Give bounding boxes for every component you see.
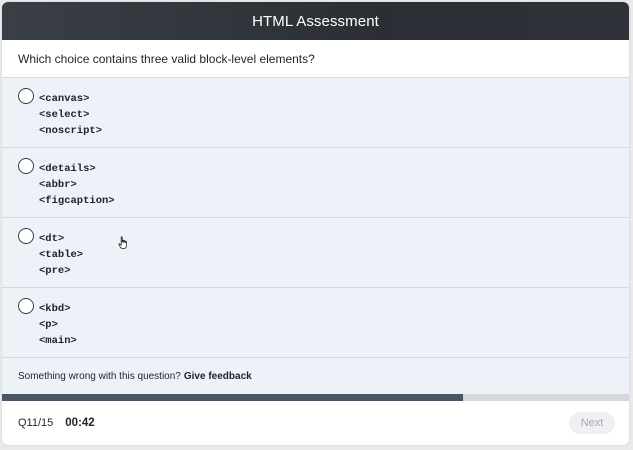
answer-option-1[interactable]: <canvas> <select> <noscript> — [2, 78, 629, 148]
answer-option-4[interactable]: <kbd> <p> <main> — [2, 288, 629, 358]
answer-option-text: <canvas> <select> <noscript> — [39, 91, 102, 147]
option-line: <figcaption> — [39, 195, 115, 207]
answer-option-2[interactable]: <details> <abbr> <figcaption> — [2, 148, 629, 218]
option-line: <details> — [39, 163, 96, 175]
footer-bar: Q11/15 00:42 Next — [2, 401, 629, 445]
question-counter: Q11/15 — [18, 417, 54, 429]
hand-cursor-icon — [118, 236, 127, 249]
page-title: HTML Assessment — [252, 12, 379, 30]
progress-bar-fill — [2, 394, 463, 401]
option-line: <table> — [39, 249, 84, 261]
option-line: <noscript> — [39, 125, 103, 137]
assessment-card: HTML Assessment Which choice contains th… — [2, 2, 629, 445]
option-line: <dt> — [39, 233, 65, 245]
option-line: <pre> — [39, 265, 71, 277]
answer-option-3[interactable]: <dt> <table> <pre> — [2, 218, 629, 288]
header-bar: HTML Assessment — [2, 2, 629, 40]
timer: 00:42 — [65, 417, 95, 429]
option-line: <kbd> — [39, 303, 71, 315]
next-button[interactable]: Next — [569, 412, 615, 434]
radio-button-4[interactable] — [18, 298, 34, 314]
question-text: Which choice contains three valid block-… — [18, 51, 315, 66]
answer-option-text: <kbd> <p> <main> — [39, 301, 77, 357]
feedback-row: Something wrong with this question? Give… — [2, 358, 629, 394]
answer-option-text: <details> <abbr> <figcaption> — [39, 161, 115, 217]
radio-button-2[interactable] — [18, 158, 34, 174]
question-row: Which choice contains three valid block-… — [2, 40, 629, 78]
option-line: <canvas> — [39, 93, 90, 105]
answer-option-text: <dt> <table> <pre> — [39, 231, 83, 287]
option-line: <abbr> — [39, 179, 77, 191]
answer-options: <canvas> <select> <noscript> <details> <… — [2, 78, 629, 358]
option-line: <p> — [39, 319, 58, 331]
radio-button-3[interactable] — [18, 228, 34, 244]
give-feedback-link[interactable]: Give feedback — [184, 371, 252, 382]
option-line: <main> — [39, 335, 77, 347]
progress-bar — [2, 394, 629, 401]
radio-button-1[interactable] — [18, 88, 34, 104]
option-line: <select> — [39, 109, 90, 121]
feedback-prompt: Something wrong with this question? — [18, 370, 181, 382]
